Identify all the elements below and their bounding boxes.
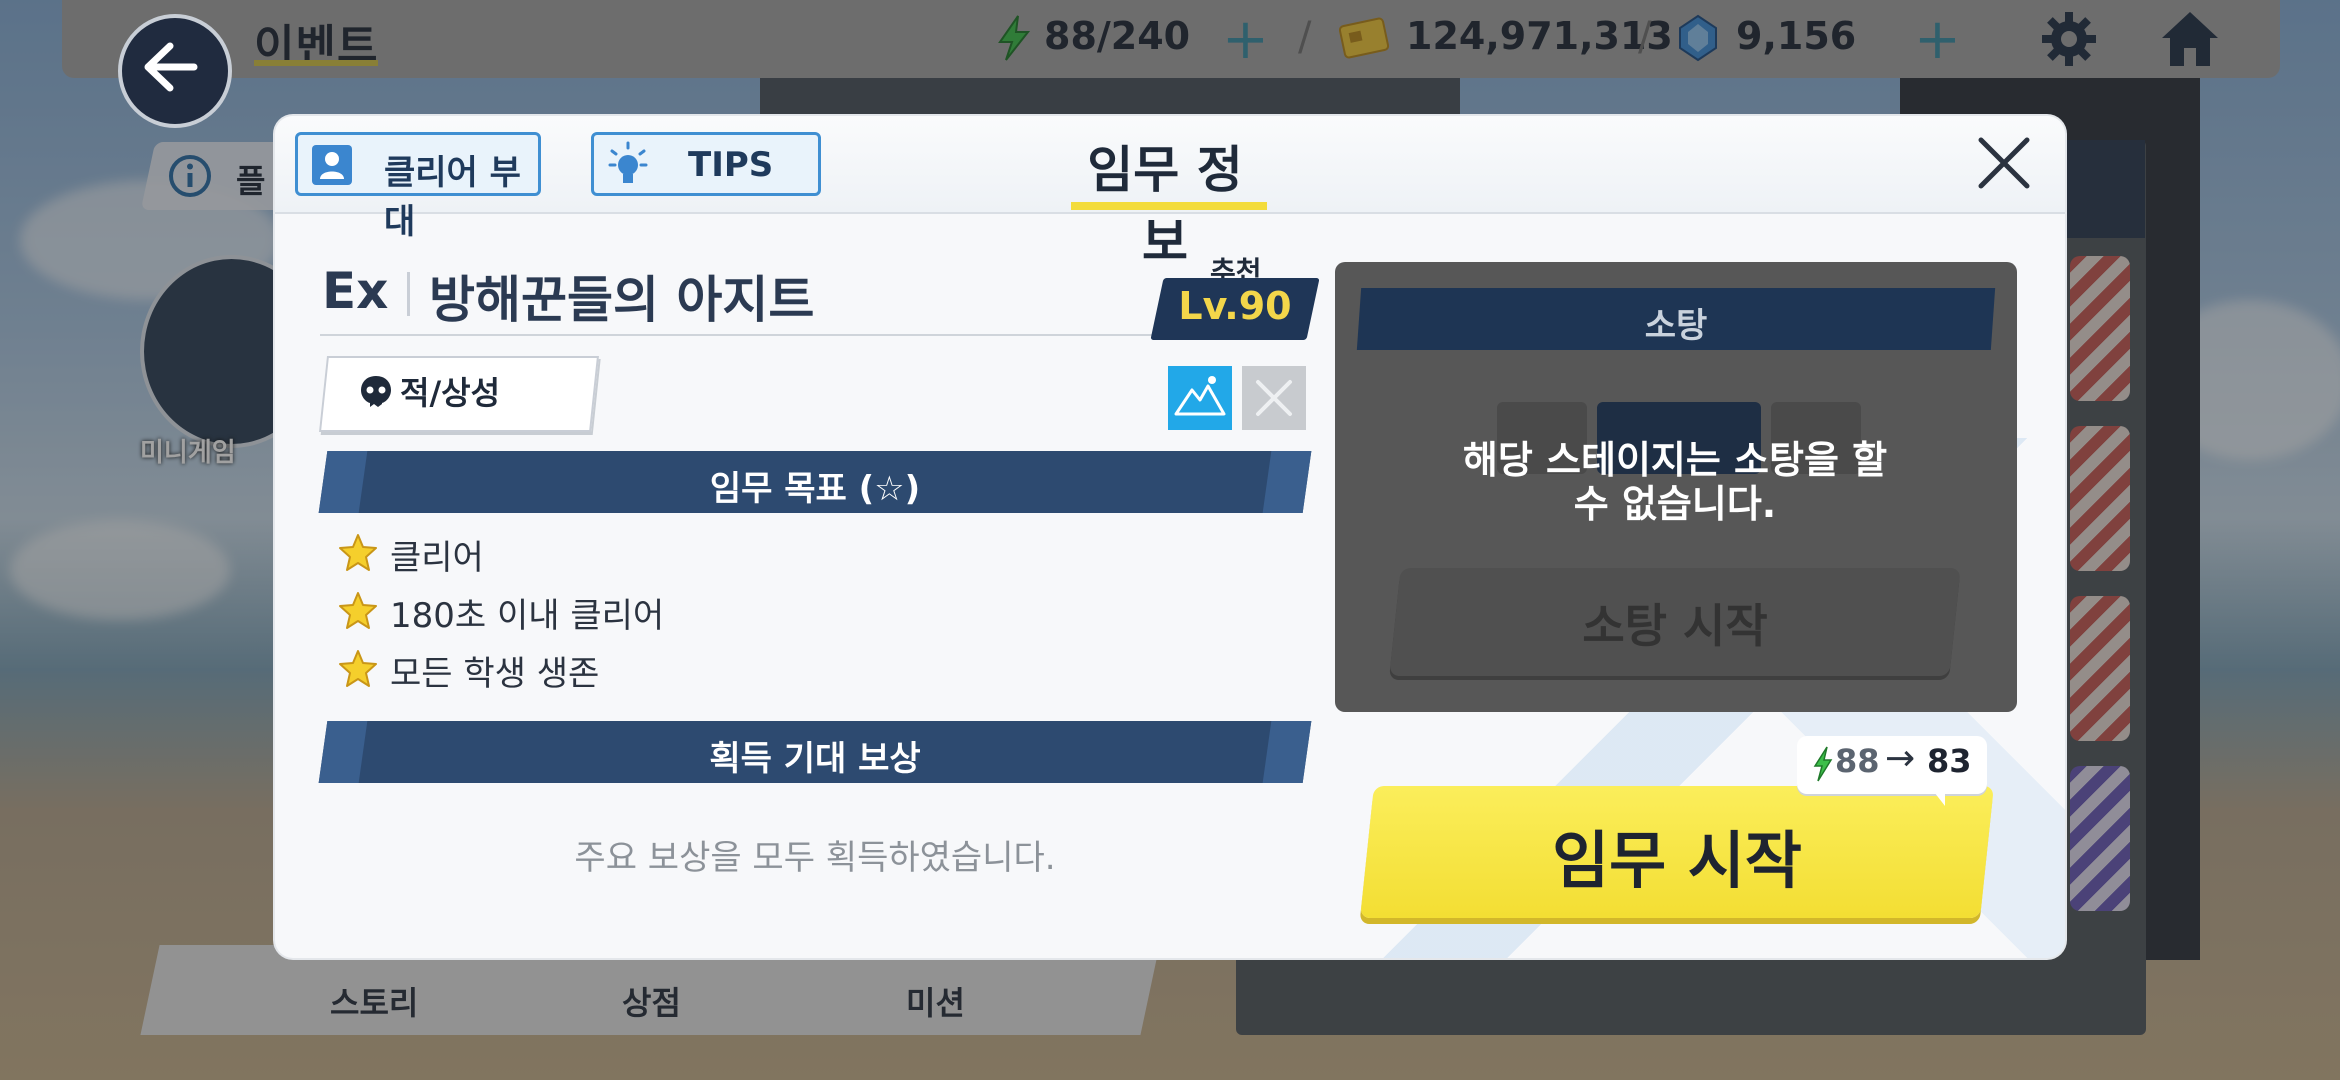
sweep-message-line: 수 없습니다.: [1573, 482, 1777, 526]
mountain-icon: [1174, 376, 1226, 416]
title-underline: [1071, 202, 1267, 210]
objective-item: 모든 학생 생존: [390, 654, 600, 694]
rewards-title: 획득 기대 보상: [709, 739, 921, 779]
back-arrow-icon: [140, 38, 200, 96]
rewards-empty-text: 주요 보상을 모두 획득하였습니다.: [574, 838, 1056, 878]
tips-button[interactable]: TIPS: [591, 132, 821, 196]
bubble-tail: [1931, 788, 1945, 806]
sweep-start-label: 소탕 시작: [1582, 599, 1768, 653]
difficulty-label: Ex: [322, 262, 389, 320]
disabled-x-button: [1242, 366, 1306, 430]
lightbulb-icon: [608, 141, 648, 189]
star-icon: [337, 532, 379, 574]
clear-squad-label: 클리어 부대: [384, 153, 521, 242]
objective-item: 클리어: [390, 538, 484, 578]
squad-icon: [312, 145, 352, 185]
terrain-button[interactable]: [1168, 366, 1232, 430]
star-icon: [337, 590, 379, 632]
enemy-info-label: 적/상성: [400, 374, 501, 412]
mission-info-dialog: 클리어 부대 TIPS 임무 정보 Ex 방해꾼들의 아지트 추천 Lv.90 …: [275, 116, 2065, 958]
sweep-unavailable-message: 해당 스테이지는 소탕을 할 수 없습니다.: [1365, 438, 1985, 526]
clear-squad-button[interactable]: 클리어 부대: [295, 132, 541, 242]
star-icon: [337, 648, 379, 690]
arrow-right-icon: →: [1885, 738, 1916, 779]
tips-label: TIPS: [688, 145, 774, 185]
divider: [407, 272, 410, 316]
divider: [320, 334, 1180, 336]
start-mission-label: 임무 시작: [1552, 824, 1802, 897]
sweep-title: 소탕: [1644, 306, 1708, 346]
objectives-title: 임무 목표 (☆): [709, 469, 921, 509]
enemy-icon: [358, 373, 394, 409]
sweep-message-line: 해당 스테이지는 소탕을 할: [1462, 438, 1888, 482]
close-icon[interactable]: [1975, 134, 2033, 192]
objective-item: 180초 이내 클리어: [390, 596, 665, 636]
close-icon: [1256, 380, 1292, 416]
recommend-level: Lv.90: [1178, 284, 1292, 328]
stage-name: 방해꾼들의 아지트: [429, 271, 815, 329]
ap-cost-from: 88: [1835, 742, 1880, 780]
ap-bolt-icon: [1813, 746, 1833, 782]
ap-cost-to: 83: [1927, 742, 1972, 780]
